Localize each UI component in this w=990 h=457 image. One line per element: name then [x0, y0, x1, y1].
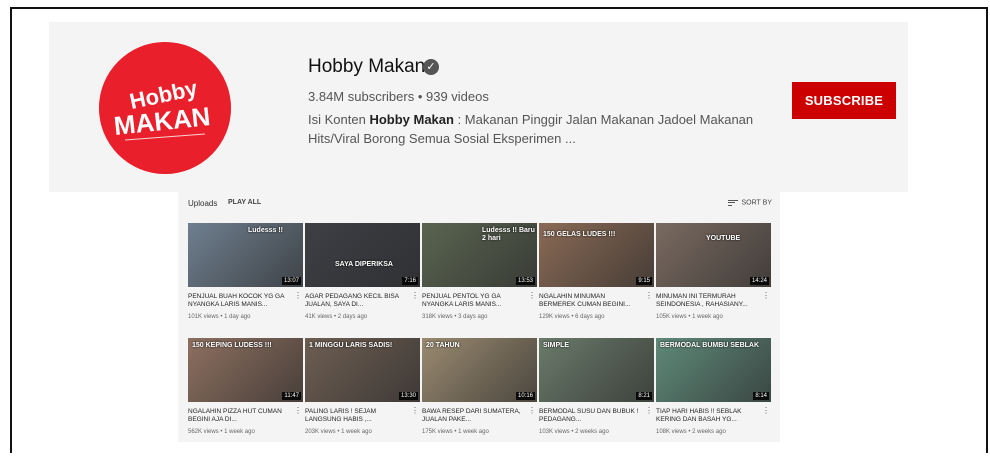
description-lead: Isi Konten: [308, 112, 370, 127]
video-title[interactable]: PENJUAL PENTOL YG GA NYANGKA LARIS MANIS…: [422, 293, 526, 309]
more-options-icon[interactable]: ⋮: [528, 407, 536, 415]
video-duration: 14:24: [749, 277, 769, 285]
uploads-title: Uploads: [188, 199, 218, 208]
video-thumbnail[interactable]: Ludesss !! Baru 2 hari 13:53: [422, 223, 537, 287]
video-duration: 13:07: [281, 277, 301, 285]
video-duration: 13:30: [398, 392, 418, 400]
more-options-icon[interactable]: ⋮: [645, 407, 653, 415]
channel-logo: Hobby MAKAN: [99, 42, 231, 174]
description-channel-name: Hobby Makan: [369, 112, 454, 127]
thumbnail-caption: 1 MINGGU LARIS SADIS!: [309, 342, 393, 349]
video-card[interactable]: 1 MINGGU LARIS SADIS! 13:30 PALING LARIS !…: [305, 338, 420, 453]
video-meta: 101K views • 1 day ago: [188, 314, 251, 320]
sort-by-label: SORT BY: [741, 199, 772, 207]
more-options-icon[interactable]: ⋮: [762, 407, 770, 415]
thumbnail-caption: SIMPLE: [543, 342, 570, 349]
thumbnail-caption: Ludesss !!: [248, 227, 284, 234]
video-duration: 8:21: [636, 392, 652, 400]
video-title[interactable]: NGALAHIN PIZZA HUT CUMAN BEGINI AJA DI..…: [188, 408, 292, 424]
sort-by-button[interactable]: SORT BY: [727, 198, 772, 207]
video-title[interactable]: PALING LARIS ! SEJAM LANGSUNG HABIS ,...: [305, 408, 409, 424]
video-card[interactable]: SIMPLE 8:21 BERMODAL SUSU DAN BUBUK ! PEDA…: [539, 338, 654, 453]
video-title[interactable]: BAWA RESEP DARI SUMATERA, JUALAN PAKE...: [422, 408, 526, 424]
video-card[interactable]: BERMODAL BUMBU SEBLAK 8:14 TIAP HARI HABIS…: [656, 338, 771, 453]
thumbnail-caption: BERMODAL BUMBU SEBLAK: [660, 342, 760, 349]
video-meta: 318K views • 3 days ago: [422, 314, 488, 320]
video-title[interactable]: AGAR PEDAGANG KECIL BISA JUALAN, SAYA DI…: [305, 293, 409, 309]
channel-description: Isi Konten Hobby Makan : Makanan Pinggir…: [308, 110, 778, 148]
video-thumbnail[interactable]: SIMPLE 8:21: [539, 338, 654, 402]
video-thumbnail[interactable]: 1 MINGGU LARIS SADIS! 13:30: [305, 338, 420, 402]
more-options-icon[interactable]: ⋮: [528, 292, 536, 300]
more-options-icon[interactable]: ⋮: [411, 407, 419, 415]
video-meta: 103K views • 2 weeks ago: [539, 429, 609, 435]
uploads-section: Uploads PLAY ALL SORT BY Ludesss !! 13:07…: [178, 192, 780, 442]
thumbnail-caption: 150 GELAS LUDES !!!: [543, 231, 616, 238]
thumbnail-caption: YOUTUBE: [706, 235, 741, 242]
video-thumbnail[interactable]: 150 KEPING LUDESS !!! 11:47: [188, 338, 303, 402]
video-duration: 10:16: [515, 392, 535, 400]
video-title[interactable]: TIAP HARI HABIS !! SEBLAK KERING DAN BAS…: [656, 408, 760, 424]
video-meta: 41K views • 2 days ago: [305, 314, 368, 320]
verified-check-icon: ✓: [423, 59, 439, 75]
video-thumbnail[interactable]: 150 GELAS LUDES !!! 9:15: [539, 223, 654, 287]
video-duration: 11:47: [282, 392, 301, 400]
thumbnail-caption: Ludesss !! Baru 2 hari: [482, 227, 535, 242]
subscribe-button[interactable]: SUBSCRIBE: [792, 82, 896, 119]
video-meta: 129K views • 6 days ago: [539, 314, 605, 320]
video-card[interactable]: Ludesss !! Baru 2 hari 13:53 PENJUAL PENTO…: [422, 223, 537, 338]
video-meta: 562K views • 1 week ago: [188, 429, 255, 435]
more-options-icon[interactable]: ⋮: [294, 292, 302, 300]
video-thumbnail[interactable]: 20 TAHUN 10:16: [422, 338, 537, 402]
video-thumbnail[interactable]: Ludesss !! 13:07: [188, 223, 303, 287]
thumbnail-caption: 150 KEPING LUDESS !!!: [192, 342, 272, 349]
video-grid: Ludesss !! 13:07 PENJUAL BUAH KOCOK YG GA …: [188, 223, 771, 453]
more-options-icon[interactable]: ⋮: [294, 407, 302, 415]
video-thumbnail[interactable]: SAYA DIPERIKSA 7:16: [305, 223, 420, 287]
thumbnail-caption: 20 TAHUN: [426, 342, 460, 349]
video-duration: 8:14: [753, 392, 769, 400]
video-thumbnail[interactable]: BERMODAL BUMBU SEBLAK 8:14: [656, 338, 771, 402]
video-card[interactable]: YOUTUBE 14:24 MINUMAN INI TERMURAH SEINDON…: [656, 223, 771, 338]
video-card[interactable]: Ludesss !! 13:07 PENJUAL BUAH KOCOK YG GA …: [188, 223, 303, 338]
sort-icon: [727, 198, 738, 207]
video-title[interactable]: MINUMAN INI TERMURAH SEINDONESIA , RAHAS…: [656, 293, 760, 309]
play-all-button[interactable]: PLAY ALL: [228, 199, 261, 206]
video-meta: 175K views • 1 week ago: [422, 429, 489, 435]
more-options-icon[interactable]: ⋮: [411, 292, 419, 300]
channel-name[interactable]: Hobby Makan: [308, 56, 425, 78]
video-duration: 9:15: [636, 277, 652, 285]
video-thumbnail[interactable]: YOUTUBE 14:24: [656, 223, 771, 287]
channel-stats: 3.84M subscribers • 939 videos: [308, 89, 489, 104]
video-card[interactable]: 150 GELAS LUDES !!! 9:15 NGALAHIN MINUMAN …: [539, 223, 654, 338]
thumbnail-caption: SAYA DIPERIKSA: [335, 261, 393, 268]
video-card[interactable]: 20 TAHUN 10:16 BAWA RESEP DARI SUMATERA, J…: [422, 338, 537, 453]
video-title[interactable]: PENJUAL BUAH KOCOK YG GA NYANGKA LARIS M…: [188, 293, 292, 309]
video-title[interactable]: BERMODAL SUSU DAN BUBUK ! PEDAGANG...: [539, 408, 643, 424]
channel-avatar[interactable]: Hobby MAKAN: [99, 42, 231, 174]
video-duration: 13:53: [515, 277, 535, 285]
video-card[interactable]: 150 KEPING LUDESS !!! 11:47 NGALAHIN PIZZA…: [188, 338, 303, 453]
video-title[interactable]: NGALAHIN MINUMAN BERMEREK CUMAN BEGINI..…: [539, 293, 643, 309]
more-options-icon[interactable]: ⋮: [645, 292, 653, 300]
video-meta: 105K views • 1 week ago: [656, 314, 723, 320]
channel-header: Hobby MAKAN Hobby Makan ✓ 3.84M subscrib…: [49, 22, 908, 192]
more-options-icon[interactable]: ⋮: [762, 292, 770, 300]
video-meta: 203K views • 1 week ago: [305, 429, 372, 435]
video-card[interactable]: SAYA DIPERIKSA 7:16 AGAR PEDAGANG KECIL BI…: [305, 223, 420, 338]
video-meta: 108K views • 2 weeks ago: [656, 429, 726, 435]
video-duration: 7:16: [402, 277, 418, 285]
